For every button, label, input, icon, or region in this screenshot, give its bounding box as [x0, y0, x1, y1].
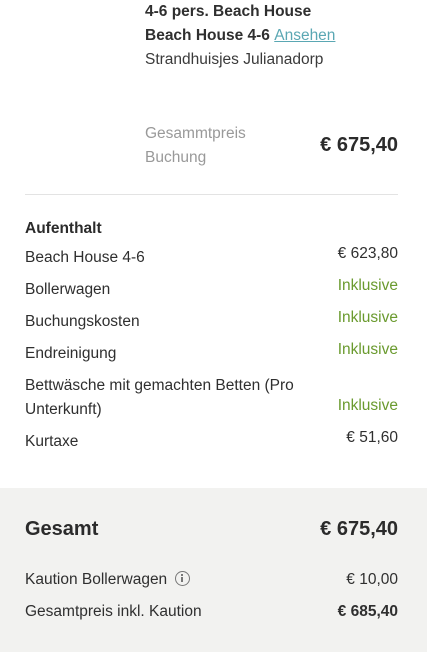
total-incl-deposit-value: € 685,40: [337, 603, 398, 620]
stay-title: Aufenthalt: [25, 220, 102, 237]
price-row: Endreinigung Inklusive: [25, 341, 398, 366]
price-row-label: Kurtaxe: [25, 433, 79, 450]
price-row: Beach House 4-6 € 623,80: [25, 245, 398, 270]
price-row-value: Inklusive: [337, 277, 398, 294]
price-row: Bollerwagen Inklusive: [25, 277, 398, 302]
price-row-value: € 51,60: [346, 429, 398, 446]
deposit-label-wrap: Kaution Bollerwagen: [25, 568, 191, 592]
grand-total: Gesamt € 675,40: [25, 518, 398, 548]
price-footer: Gesamt € 675,40 Kaution Bollerwagen € 10…: [0, 488, 427, 652]
property-summary: 4-6 pers. Beach House Beach House 4-6 An…: [145, 0, 398, 72]
divider: [25, 194, 398, 195]
booking-total: Gesammtpreis Buchung € 675,40: [145, 122, 398, 170]
price-row-value: Inklusive: [337, 341, 398, 358]
deposit-label: Kaution Bollerwagen: [25, 571, 168, 588]
park-name: Strandhuisjes Julianadorp: [145, 51, 324, 68]
booking-total-value: € 675,40: [320, 134, 398, 156]
price-row-value: € 623,80: [337, 245, 398, 262]
booking-total-label: Gesammtpreis Buchung: [145, 125, 246, 166]
total-incl-deposit-label: Gesamtpreis inkl. Kaution: [25, 603, 202, 620]
view-link[interactable]: Ansehen: [274, 27, 335, 44]
total-incl-deposit-row: Gesamtpreis inkl. Kaution € 685,40: [25, 600, 398, 624]
stay-items: Beach House 4-6 € 623,80 Bollerwagen Inklus…: [25, 245, 398, 454]
grand-total-value: € 675,40: [320, 518, 398, 540]
deposit-row: Kaution Bollerwagen € 10,00: [25, 568, 398, 592]
property-title: 4-6 pers. Beach House: [145, 3, 312, 20]
stay-section: Aufenthalt Beach House 4-6 € 623,80 Boller…: [25, 218, 398, 454]
price-row-value: Inklusive: [337, 397, 398, 414]
price-row: Bettwäsche mit gemachten Betten (Pro Unt…: [25, 374, 398, 422]
price-row: Buchungskosten Inklusive: [25, 309, 398, 334]
price-row-value: Inklusive: [337, 309, 398, 326]
price-row: Kurtaxe € 51,60: [25, 429, 398, 454]
info-icon[interactable]: [175, 571, 191, 586]
deposit-value: € 10,00: [346, 571, 398, 588]
property-subtitle: Beach House 4-6 Ansehen: [145, 24, 398, 48]
property-name: Beach House 4-6: [145, 27, 270, 44]
grand-total-label: Gesamt: [25, 518, 99, 540]
